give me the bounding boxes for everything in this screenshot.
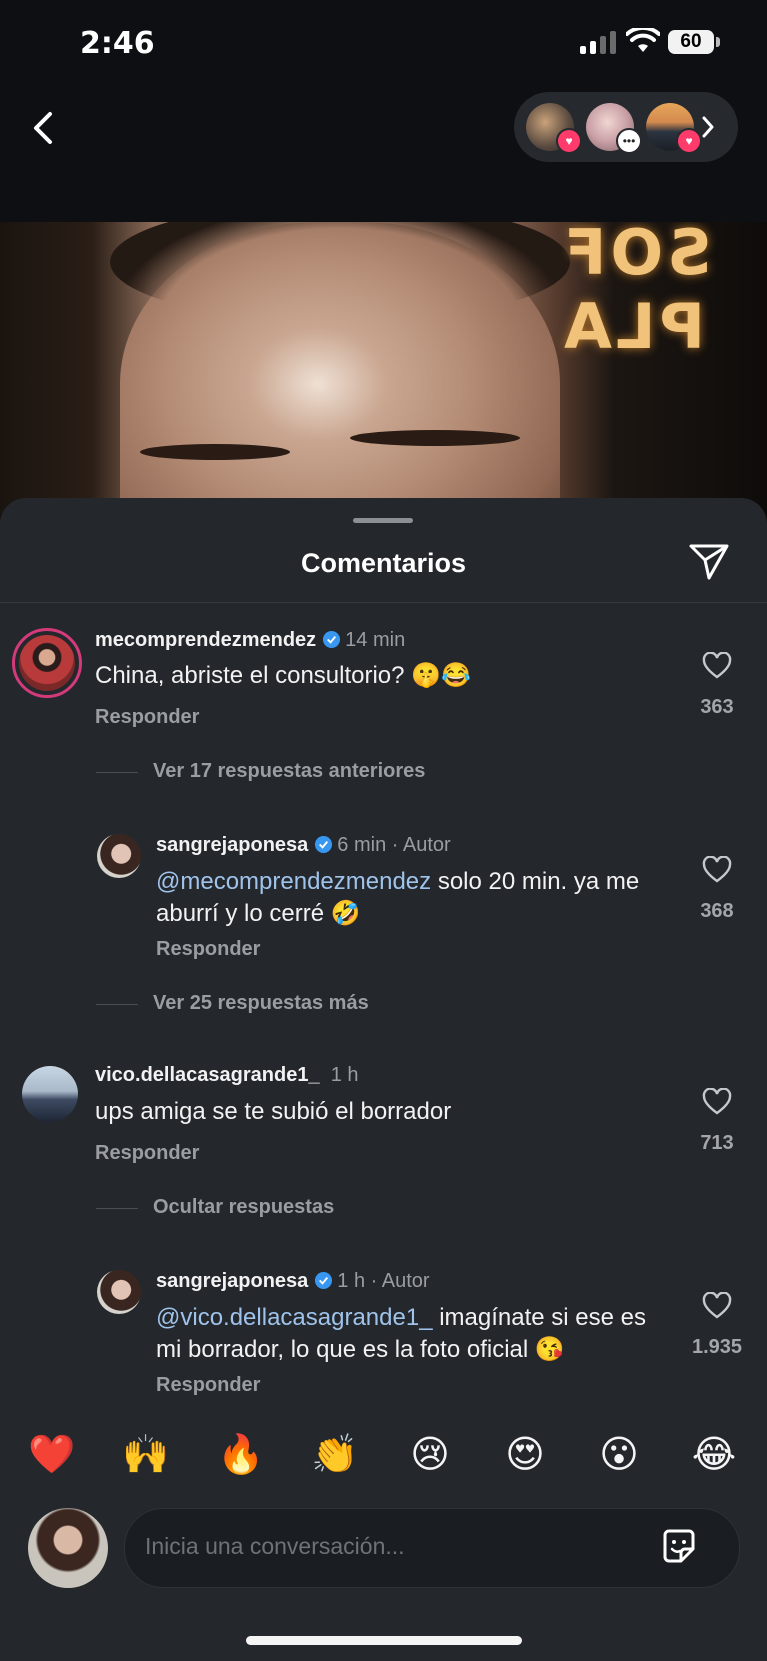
verified-badge-icon [315, 1271, 333, 1290]
reply-meta: 1 h · Autor [337, 1270, 430, 1292]
reply-header: sangrejaponesa 6 min · Autor [156, 834, 451, 857]
home-indicator [246, 1636, 522, 1645]
like-count: 713 [700, 1132, 734, 1154]
comment-composer: Inicia una conversación... [0, 1494, 767, 1661]
emoji-reaction-bar: ❤️ 🙌 🔥 👏 😢 😍 😮 😂 [0, 1404, 767, 1494]
heart-icon[interactable] [702, 1088, 732, 1116]
avatar[interactable] [12, 628, 82, 698]
wifi-icon [626, 28, 660, 52]
status-time: 2:46 [80, 26, 155, 61]
thread-line [96, 1208, 138, 1209]
comment-header: mecomprendezmendez 14 min [95, 629, 405, 652]
photo-brow-left [140, 444, 290, 460]
comment-icon: ••• [616, 128, 642, 154]
reply-meta: 6 min · Autor [337, 834, 451, 856]
verified-badge-icon [323, 630, 341, 649]
emoji-surprised-button[interactable]: 😮 [594, 1432, 644, 1476]
comment-input[interactable]: Inicia una conversación... [124, 1508, 740, 1588]
comment-text: China, abriste el consultorio? 🤫😂 [95, 662, 471, 689]
sheet-grabber[interactable] [353, 518, 413, 523]
signal-icon [580, 30, 616, 54]
view-more-replies-button[interactable]: Ver 25 respuestas más [153, 992, 369, 1015]
sticker-icon[interactable] [659, 1527, 699, 1567]
reply-text: @vico.dellacasagrande1_ imagínate si ese… [156, 1302, 656, 1366]
status-bar: 2:46 60 [0, 0, 767, 80]
thread-line [96, 772, 138, 773]
comment-input-placeholder: Inicia una conversación... [145, 1533, 405, 1559]
mention-link[interactable]: @vico.dellacasagrande1_ [156, 1304, 433, 1331]
emoji-heart-button[interactable]: ❤️ [27, 1432, 77, 1477]
heart-icon: ♥ [676, 128, 702, 154]
reply-button[interactable]: Responder [95, 706, 199, 729]
comment-username[interactable]: vico.dellacasagrande1_ [95, 1064, 320, 1086]
photo-sign-text: PLA [560, 290, 705, 363]
battery-icon: 60 [668, 30, 714, 54]
comment-time: 14 min [345, 629, 406, 651]
sheet-title: Comentarios [300, 548, 467, 578]
battery-tip [716, 37, 720, 47]
emoji-crying-button[interactable]: 😢 [405, 1432, 455, 1476]
hide-replies-button[interactable]: Ocultar respuestas [153, 1196, 334, 1219]
mention-link[interactable]: @mecomprendezmendez [156, 868, 431, 895]
story-photo: SOF PLA [0, 222, 767, 522]
like-count: 368 [700, 900, 734, 922]
reply-button[interactable]: Responder [156, 1374, 260, 1397]
heart-icon[interactable] [702, 652, 732, 680]
back-icon[interactable] [26, 108, 60, 148]
photo-brow-right [350, 430, 520, 446]
avatar[interactable] [28, 1508, 108, 1588]
reply-button[interactable]: Responder [95, 1142, 199, 1165]
comment-header: vico.dellacasagrande1_ 1 h [95, 1064, 359, 1087]
heart-icon[interactable] [702, 1292, 732, 1320]
emoji-laughing-button[interactable]: 😂 [689, 1432, 739, 1476]
sheet-divider [0, 602, 767, 603]
like-count: 363 [700, 696, 734, 718]
emoji-raised-hands-button[interactable]: 🙌 [121, 1432, 171, 1477]
reply-button[interactable]: Responder [156, 938, 260, 961]
verified-badge-icon [315, 835, 333, 854]
reply-username[interactable]: sangrejaponesa [156, 834, 308, 856]
comment-username[interactable]: mecomprendezmendez [95, 629, 316, 651]
share-icon[interactable] [688, 542, 730, 582]
emoji-heart-eyes-button[interactable]: 😍 [500, 1432, 550, 1476]
heart-icon: ♥ [556, 128, 582, 154]
heart-icon[interactable] [702, 856, 732, 884]
comment-time: 1 h [330, 1064, 359, 1086]
view-previous-replies-button[interactable]: Ver 17 respuestas anteriores [153, 760, 425, 783]
avatar[interactable] [22, 1066, 78, 1122]
reply-text: @mecomprendezmendez solo 20 min. ya me a… [156, 866, 656, 930]
chevron-right-icon[interactable] [700, 114, 716, 140]
avatar[interactable] [97, 834, 141, 878]
emoji-fire-button[interactable]: 🔥 [216, 1432, 266, 1477]
reply-header: sangrejaponesa 1 h · Autor [156, 1270, 430, 1293]
reply-username[interactable]: sangrejaponesa [156, 1270, 308, 1292]
comment-text: ups amiga se te subió el borrador [95, 1098, 452, 1125]
emoji-clap-button[interactable]: 👏 [310, 1432, 360, 1477]
avatar[interactable] [97, 1270, 141, 1314]
photo-sign-text: SOF [560, 222, 712, 289]
thread-line [96, 1004, 138, 1005]
like-count: 1.935 [691, 1336, 743, 1358]
